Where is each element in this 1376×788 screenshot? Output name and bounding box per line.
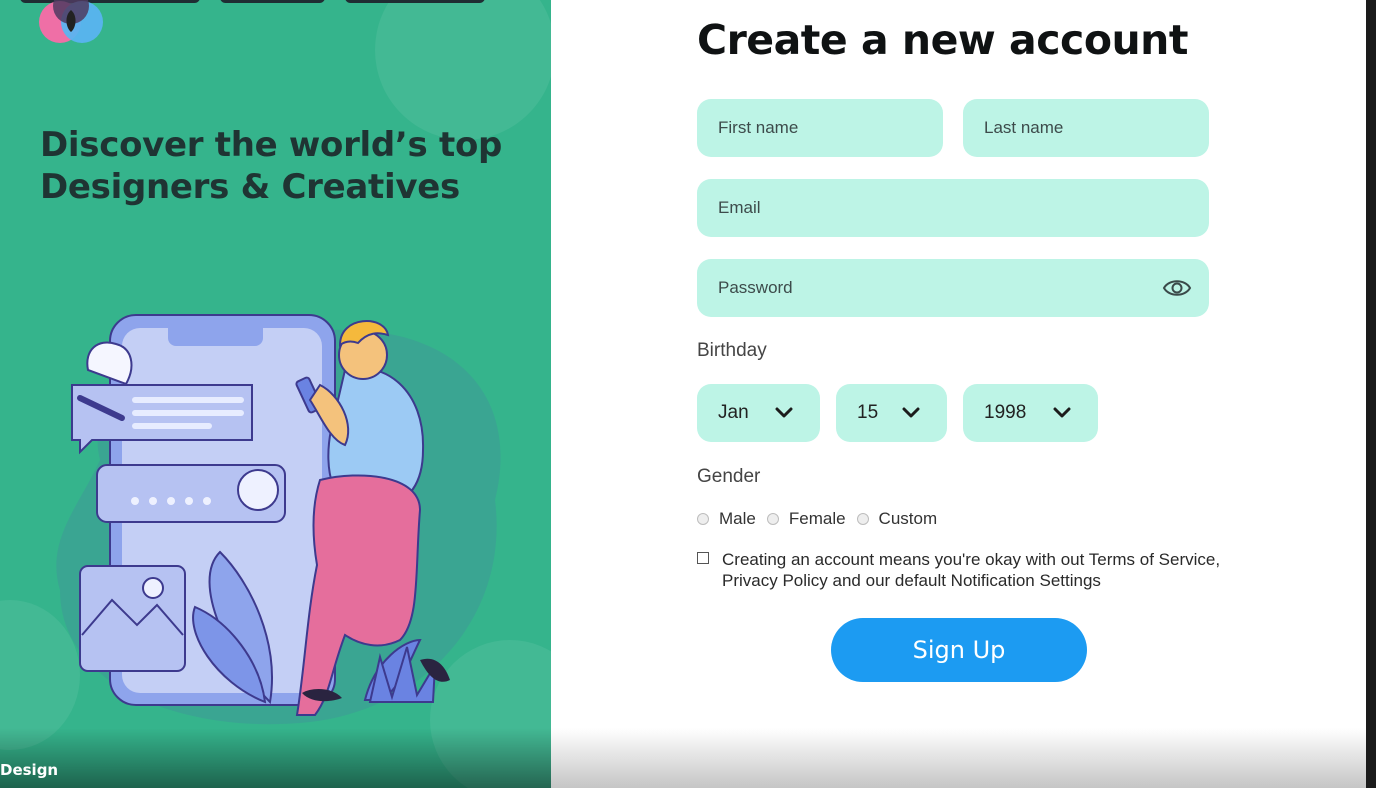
birth-year-value: 1998: [984, 402, 1027, 423]
email-input[interactable]: [697, 179, 1209, 237]
gender-radio-female[interactable]: [766, 513, 779, 525]
window-edge: [1366, 0, 1376, 788]
gender-option-label[interactable]: Female: [789, 509, 846, 529]
chevron-down-icon: [775, 407, 793, 418]
nav-pill[interactable]: [345, 0, 485, 3]
chevron-down-icon: [1053, 407, 1071, 418]
birth-month-value: Jan: [718, 402, 749, 423]
first-name-input[interactable]: [697, 99, 943, 157]
person-with-phone-illustration: [56, 314, 501, 725]
birth-month-select[interactable]: Jan: [697, 384, 820, 442]
nav-pill[interactable]: [220, 0, 325, 3]
footer-shade: [551, 728, 1366, 788]
sign-up-button[interactable]: Sign Up: [831, 618, 1087, 682]
page-title: Create a new account: [697, 16, 1188, 64]
terms-text: Creating an account means you're okay wi…: [722, 550, 1221, 590]
gender-radio-male[interactable]: [697, 513, 709, 525]
birth-day-value: 15: [857, 402, 879, 423]
gender-option-label[interactable]: Custom: [879, 509, 938, 529]
gender-label: Gender: [697, 466, 761, 487]
gender-option-label[interactable]: Male: [719, 509, 756, 529]
gender-radio-custom[interactable]: [856, 513, 869, 525]
brand-footer-label[interactable]: Design: [0, 761, 58, 779]
birthday-label: Birthday: [697, 340, 767, 361]
birth-day-select[interactable]: 15: [836, 384, 947, 442]
hero-panel: Discover the world’s top Designers & Cre…: [0, 0, 551, 788]
terms-checkbox[interactable]: [697, 552, 709, 564]
birth-year-select[interactable]: 1998: [963, 384, 1098, 442]
chevron-down-icon: [902, 407, 920, 418]
logo-icon[interactable]: [38, 0, 104, 46]
background-blob: [375, 0, 551, 140]
gender-radio-group: Male Female Custom: [697, 509, 948, 529]
hero-headline: Discover the world’s top Designers & Cre…: [40, 125, 503, 207]
last-name-input[interactable]: [963, 99, 1209, 157]
footer-shade: [0, 728, 551, 788]
eye-icon[interactable]: [1162, 276, 1192, 300]
password-input[interactable]: [697, 259, 1209, 317]
